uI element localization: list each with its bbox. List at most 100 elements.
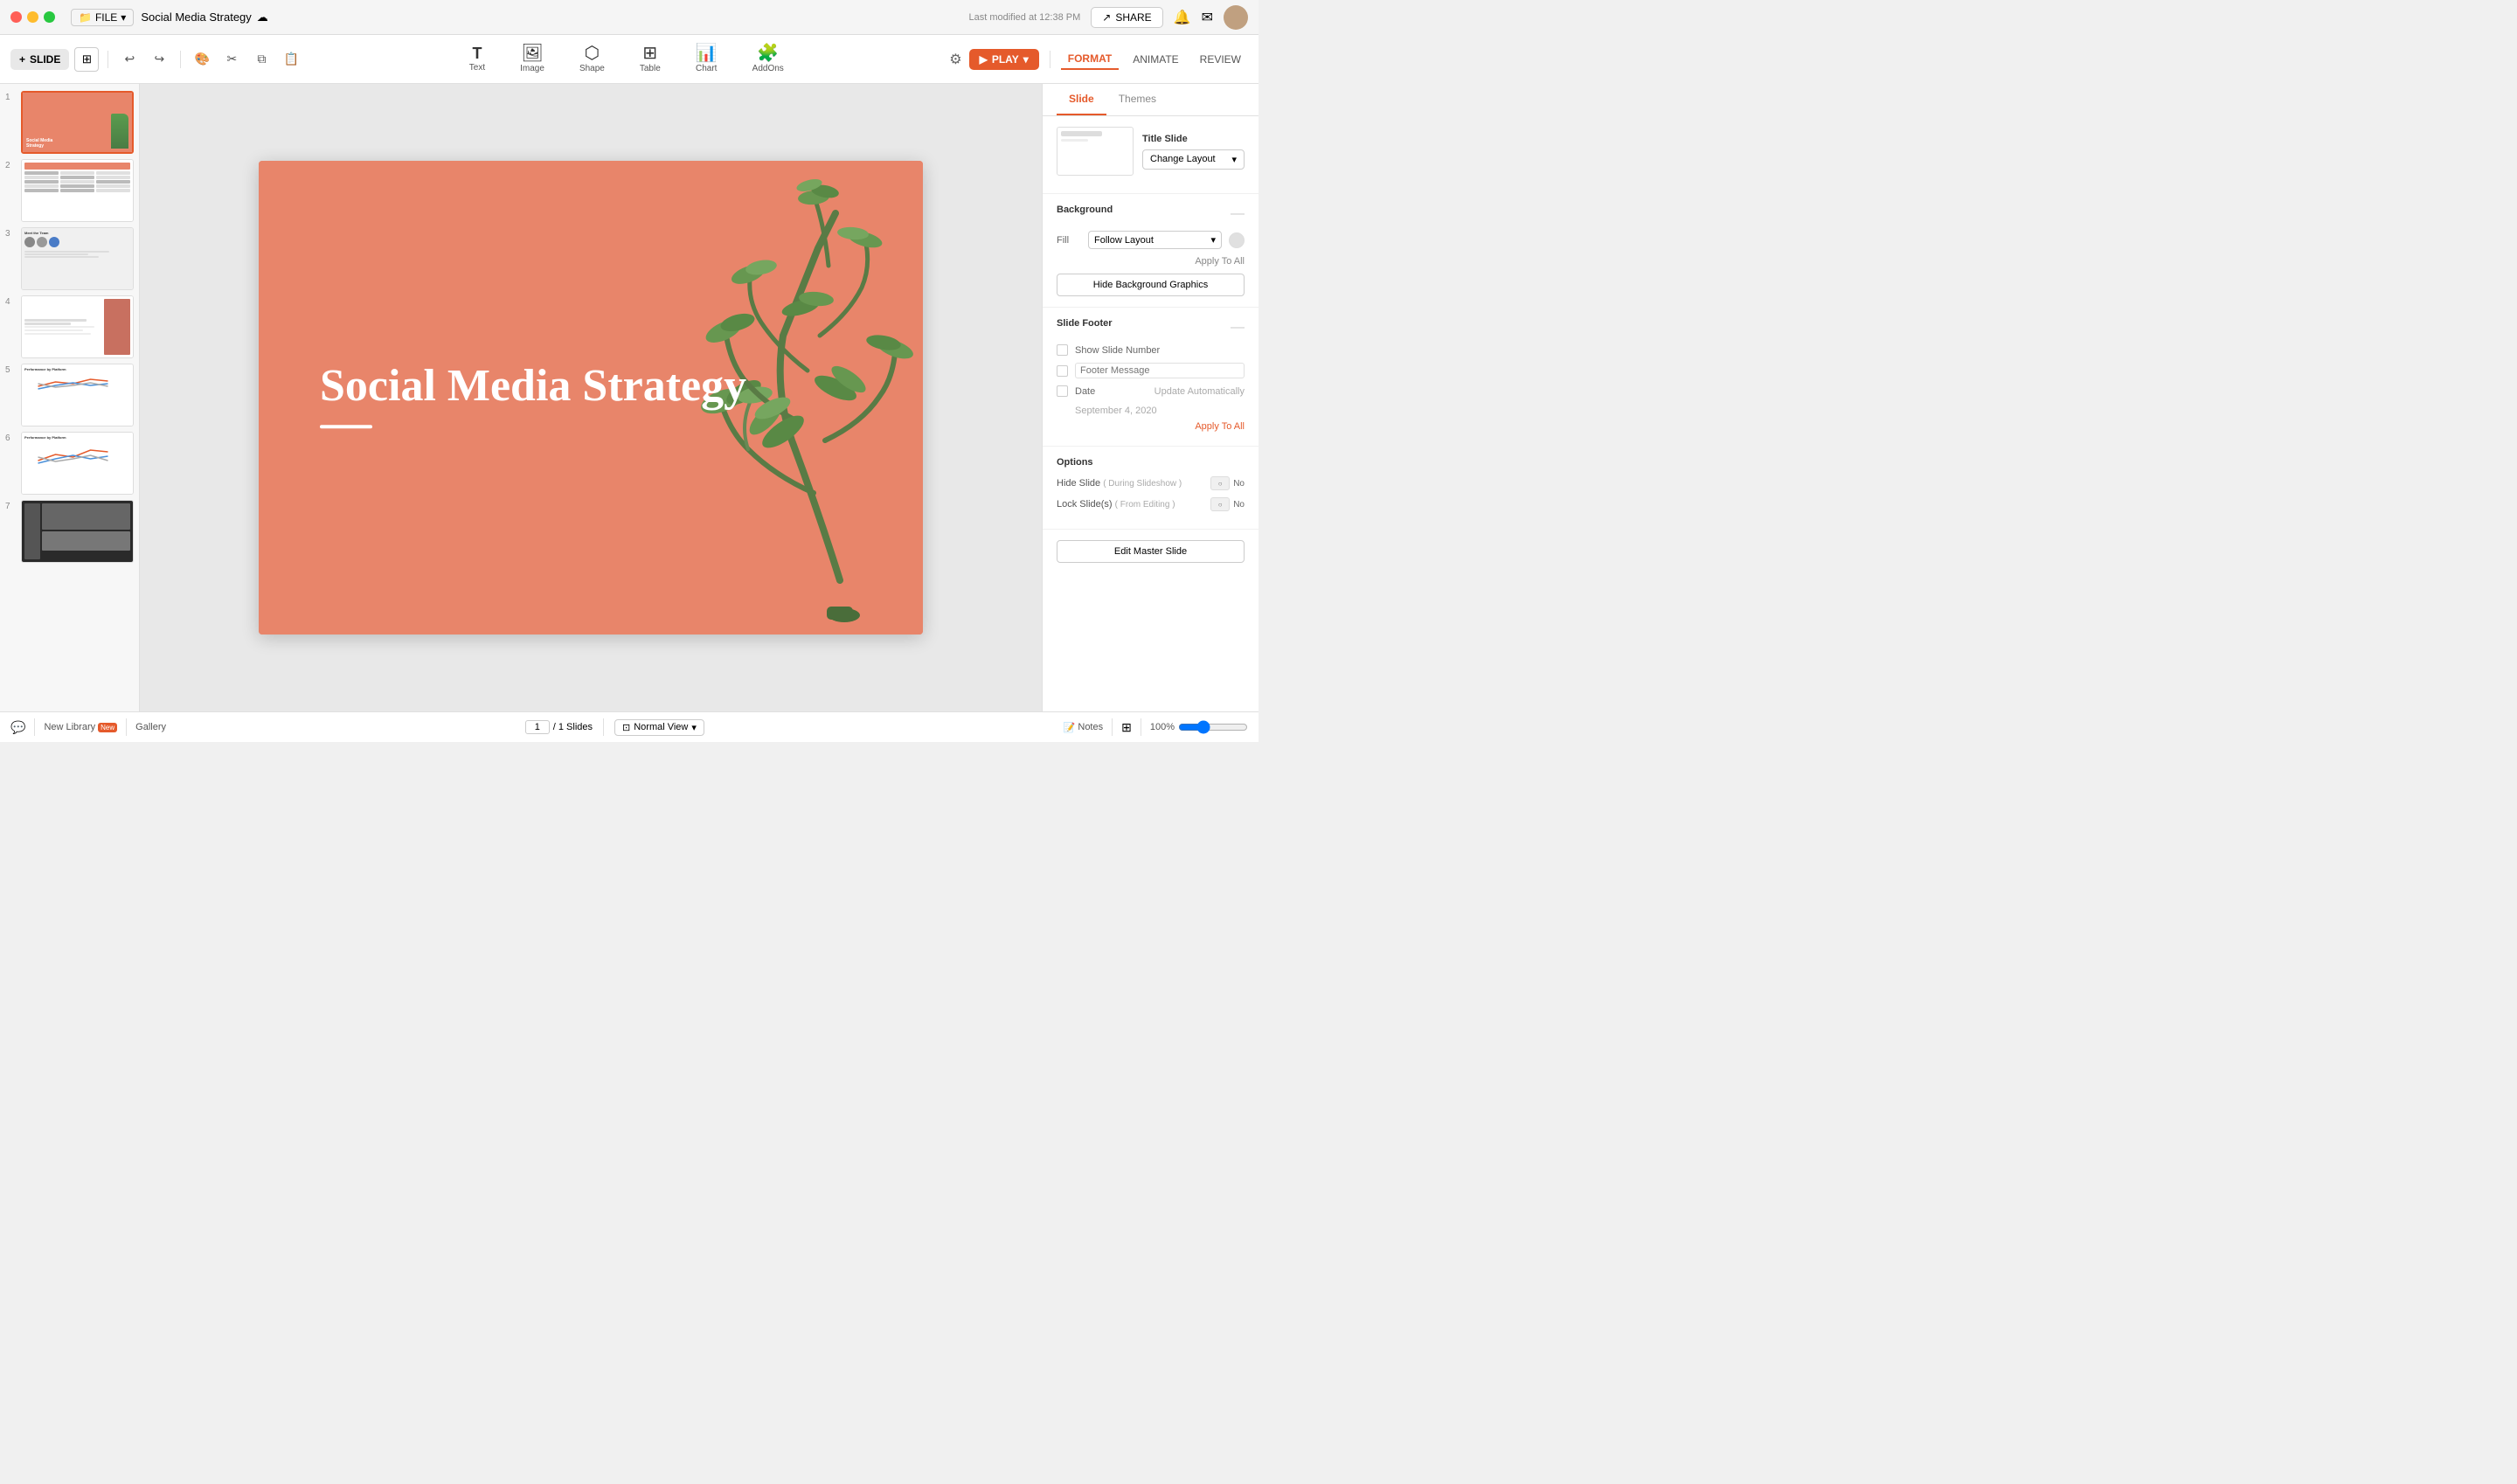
share-button[interactable]: ↗ SHARE — [1091, 7, 1162, 28]
grid-view-button[interactable]: ⊞ — [74, 47, 99, 72]
title-bar: 📁 FILE ▾ Social Media Strategy ☁ Last mo… — [0, 0, 1258, 35]
paint-button[interactable]: 🎨 — [190, 47, 214, 72]
slide-heading[interactable]: Social Media Strategy — [320, 360, 746, 413]
table-tool[interactable]: ⊞ Table — [633, 41, 668, 77]
modified-text: Last modified at 12:38 PM — [968, 12, 1080, 23]
notes-button[interactable]: 📝 Notes — [1064, 722, 1103, 733]
slide-thumbnail-3[interactable]: Meet the Team — [21, 227, 134, 290]
minimize-button[interactable] — [27, 11, 38, 23]
copy-button[interactable]: ⧉ — [249, 47, 274, 72]
fill-dropdown[interactable]: Follow Layout ▾ — [1088, 231, 1222, 249]
hide-slide-row: Hide Slide ( During Slideshow ) ○ No — [1057, 476, 1245, 490]
divider4 — [34, 718, 35, 736]
bottom-left: 💬 New Library New Gallery — [10, 718, 166, 736]
footer-collapse-icon[interactable]: — — [1231, 320, 1245, 336]
hide-background-button[interactable]: Hide Background Graphics — [1057, 274, 1245, 296]
slides-panel: 1 Social MediaStrategy 2 — [0, 84, 140, 711]
gallery-button[interactable]: Gallery — [135, 722, 166, 732]
footer-message-input[interactable] — [1075, 363, 1245, 378]
paste-button[interactable]: 📋 — [279, 47, 303, 72]
text-tool[interactable]: T Text — [462, 42, 492, 76]
settings-icon[interactable]: ⚙ — [949, 51, 961, 68]
slide-thumbnail-4[interactable] — [21, 295, 134, 358]
page-total: / 1 Slides — [553, 722, 593, 732]
slide-thumb-4[interactable]: 4 — [5, 295, 134, 358]
zoom-slider[interactable] — [1178, 720, 1248, 734]
color-picker[interactable] — [1229, 232, 1245, 248]
right-panel: Slide Themes Title Slide Change Layout ▾ — [1042, 84, 1258, 711]
animate-tab[interactable]: ANIMATE — [1126, 50, 1185, 69]
slide-thumb-1[interactable]: 1 Social MediaStrategy — [5, 91, 134, 154]
hide-slide-no-label: No — [1233, 479, 1245, 489]
date-checkbox[interactable] — [1057, 385, 1068, 397]
grid-view-icon[interactable]: ⊞ — [1121, 720, 1132, 735]
collapse-icon[interactable]: — — [1231, 206, 1245, 222]
image-tool[interactable]: 🖼 Image — [513, 41, 551, 77]
maximize-button[interactable] — [44, 11, 55, 23]
current-page-input[interactable] — [525, 720, 550, 734]
notification-icon[interactable]: 🔔 — [1174, 9, 1191, 26]
lock-slide-toggle[interactable]: ○ No — [1210, 497, 1245, 511]
slide-thumbnail-1[interactable]: Social MediaStrategy — [21, 91, 134, 154]
slide-canvas[interactable]: Social Media Strategy — [259, 161, 923, 635]
file-menu-button[interactable]: 📁 FILE ▾ — [71, 9, 134, 26]
slide-thumb-7[interactable]: 7 — [5, 500, 134, 563]
review-tab[interactable]: REVIEW — [1193, 50, 1248, 69]
hide-slide-toggle[interactable]: ○ No — [1210, 476, 1245, 490]
slide-footer-section: Slide Footer — Show Slide Number Date Up… — [1043, 308, 1258, 447]
date-value: September 4, 2020 — [1075, 406, 1157, 416]
addons-tool[interactable]: 🧩 AddOns — [745, 41, 791, 77]
lock-slide-toggle-btn[interactable]: ○ — [1210, 497, 1230, 511]
format-tab[interactable]: FORMAT — [1061, 49, 1119, 70]
add-slide-button[interactable]: + SLIDE — [10, 49, 69, 70]
chat-icon[interactable]: 💬 — [10, 720, 25, 735]
change-layout-button[interactable]: Change Layout ▾ — [1142, 149, 1245, 170]
themes-tab[interactable]: Themes — [1106, 84, 1168, 115]
close-button[interactable] — [10, 11, 22, 23]
slide-thumb-6[interactable]: 6 Performance by Platform — [5, 432, 134, 495]
slide-thumb-5[interactable]: 5 Performance by Platform — [5, 364, 134, 426]
slide-thumb-2[interactable]: 2 — [5, 159, 134, 222]
shape-tool[interactable]: ⬡ Shape — [572, 41, 612, 77]
slide-thumbnail-5[interactable]: Performance by Platform — [21, 364, 134, 426]
hide-slide-toggle-btn[interactable]: ○ — [1210, 476, 1230, 490]
shape-icon: ⬡ — [585, 45, 600, 62]
footer-apply-all[interactable]: Apply To All — [1057, 421, 1245, 432]
apply-to-all-bg[interactable]: Apply To All — [1057, 256, 1245, 267]
new-library-button[interactable]: New Library New — [44, 722, 117, 732]
layout-section: Title Slide Change Layout ▾ — [1043, 116, 1258, 194]
mail-icon[interactable]: ✉ — [1202, 9, 1213, 26]
canvas-area[interactable]: Social Media Strategy — [140, 84, 1042, 711]
layout-title-line — [1061, 131, 1102, 136]
avatar[interactable] — [1224, 5, 1248, 30]
options-section: Options Hide Slide ( During Slideshow ) … — [1043, 447, 1258, 530]
slide-thumb-3[interactable]: 3 Meet the Team — [5, 227, 134, 290]
edit-master-button[interactable]: Edit Master Slide — [1057, 540, 1245, 563]
slide-thumbnail-7[interactable] — [21, 500, 134, 563]
toolbar-left: + SLIDE ⊞ ↩ ↪ 🎨 ✂ ⧉ 📋 — [10, 47, 303, 72]
show-slide-number-row: Show Slide Number — [1057, 344, 1245, 356]
notes-icon: 📝 — [1064, 722, 1076, 733]
hide-slide-label: Hide Slide ( During Slideshow ) — [1057, 478, 1210, 489]
footer-message-checkbox[interactable] — [1057, 365, 1068, 377]
layout-preview: Title Slide Change Layout ▾ — [1057, 127, 1245, 176]
slide-tab[interactable]: Slide — [1057, 84, 1106, 115]
chart-tool[interactable]: 📊 Chart — [689, 41, 725, 77]
background-title: Background — [1057, 205, 1231, 215]
title-bar-right: Last modified at 12:38 PM ↗ SHARE 🔔 ✉ — [968, 5, 1248, 30]
layout-sub-line — [1061, 139, 1088, 142]
date-label: Date — [1075, 386, 1148, 397]
footer-message-row — [1057, 363, 1245, 378]
slide-thumbnail-2[interactable] — [21, 159, 134, 222]
slide-title-block[interactable]: Social Media Strategy — [320, 360, 746, 428]
slide-thumbnail-6[interactable]: Performance by Platform — [21, 432, 134, 495]
play-button[interactable]: ▶ PLAY ▾ — [969, 49, 1039, 70]
file-icon: 📁 — [79, 11, 92, 24]
undo-button[interactable]: ↩ — [117, 47, 142, 72]
redo-button[interactable]: ↪ — [147, 47, 171, 72]
show-slide-number-label: Show Slide Number — [1075, 345, 1245, 356]
show-slide-number-checkbox[interactable] — [1057, 344, 1068, 356]
main-area: 1 Social MediaStrategy 2 — [0, 84, 1258, 711]
scissor-button[interactable]: ✂ — [219, 47, 244, 72]
normal-view-button[interactable]: ⊡ Normal View ▾ — [614, 719, 704, 736]
